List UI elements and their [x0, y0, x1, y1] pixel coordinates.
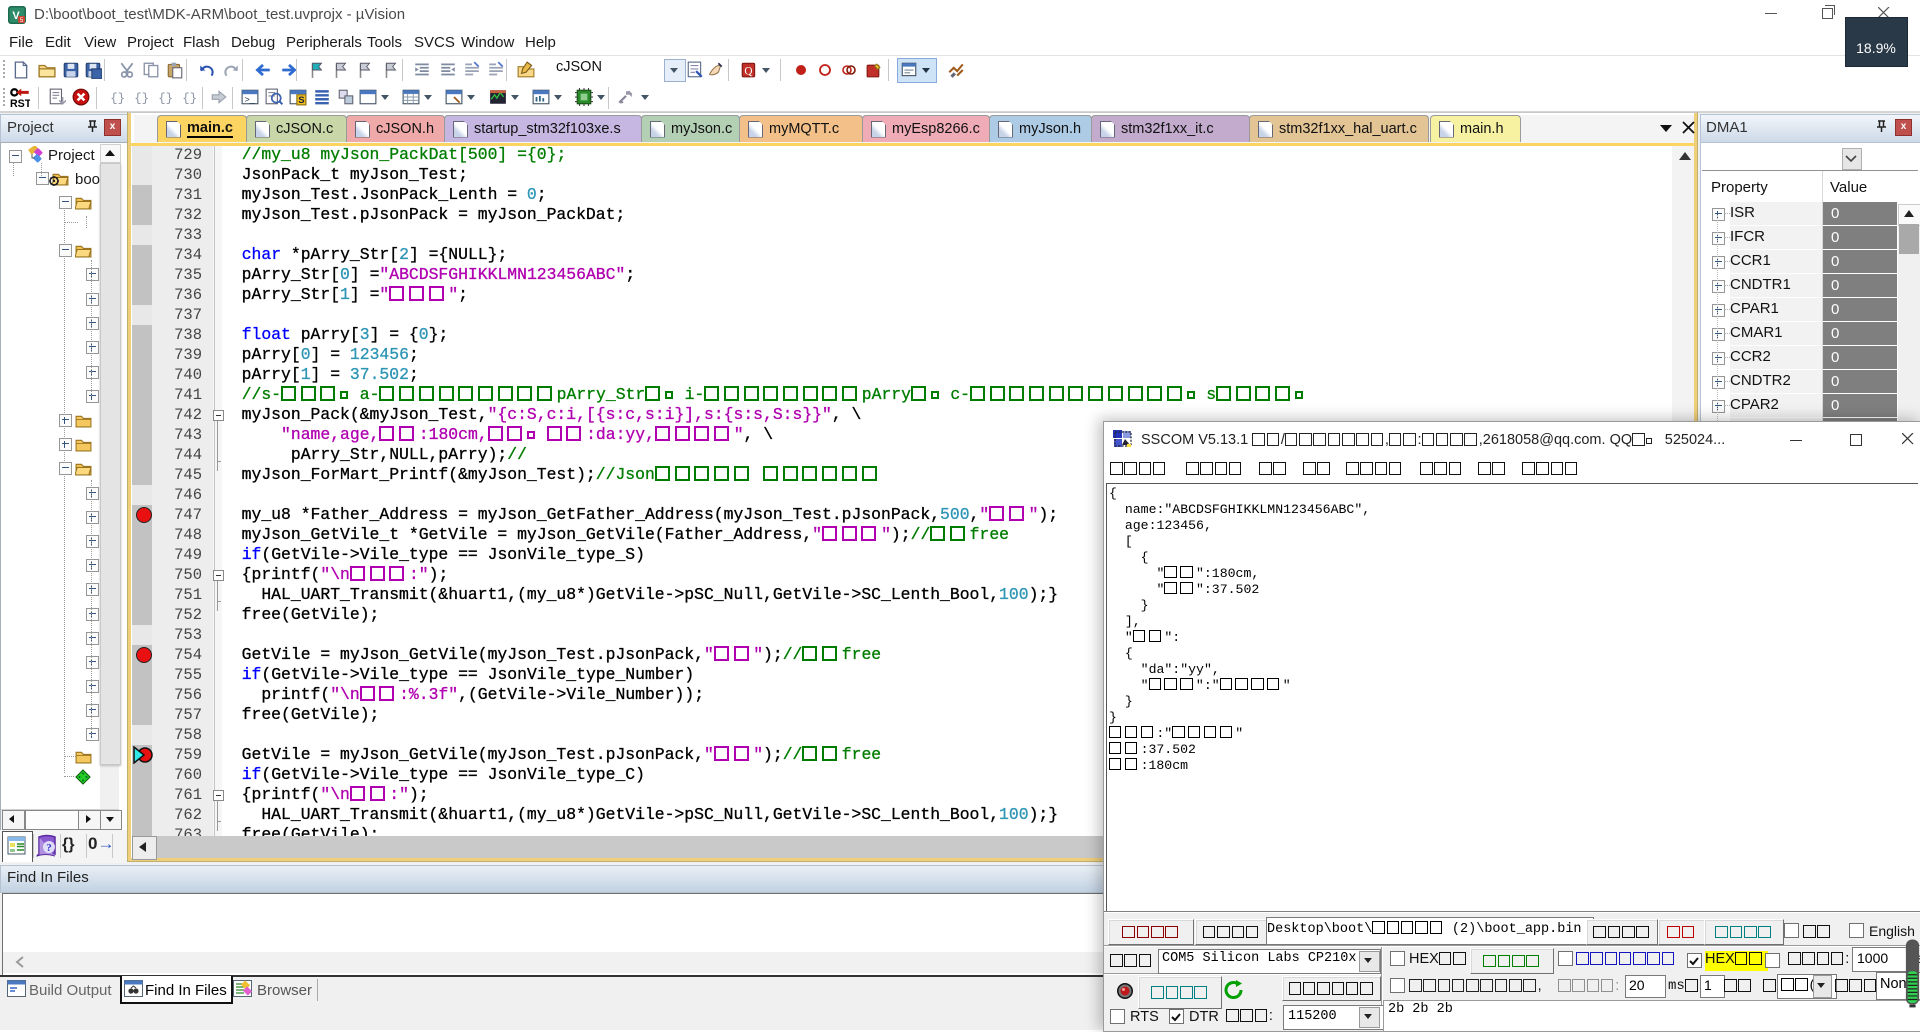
svg-text:S: S: [298, 95, 304, 106]
svg-text:{}: {}: [182, 92, 197, 106]
svg-text:{}: {}: [110, 92, 125, 106]
svg-text:>_: >_: [244, 96, 255, 106]
svg-text:RST: RST: [10, 98, 30, 108]
svg-text:Q: Q: [744, 66, 752, 78]
svg-text:{}: {}: [134, 92, 149, 106]
svg-text:?: ?: [46, 842, 52, 854]
svg-text:{}: {}: [158, 92, 173, 106]
